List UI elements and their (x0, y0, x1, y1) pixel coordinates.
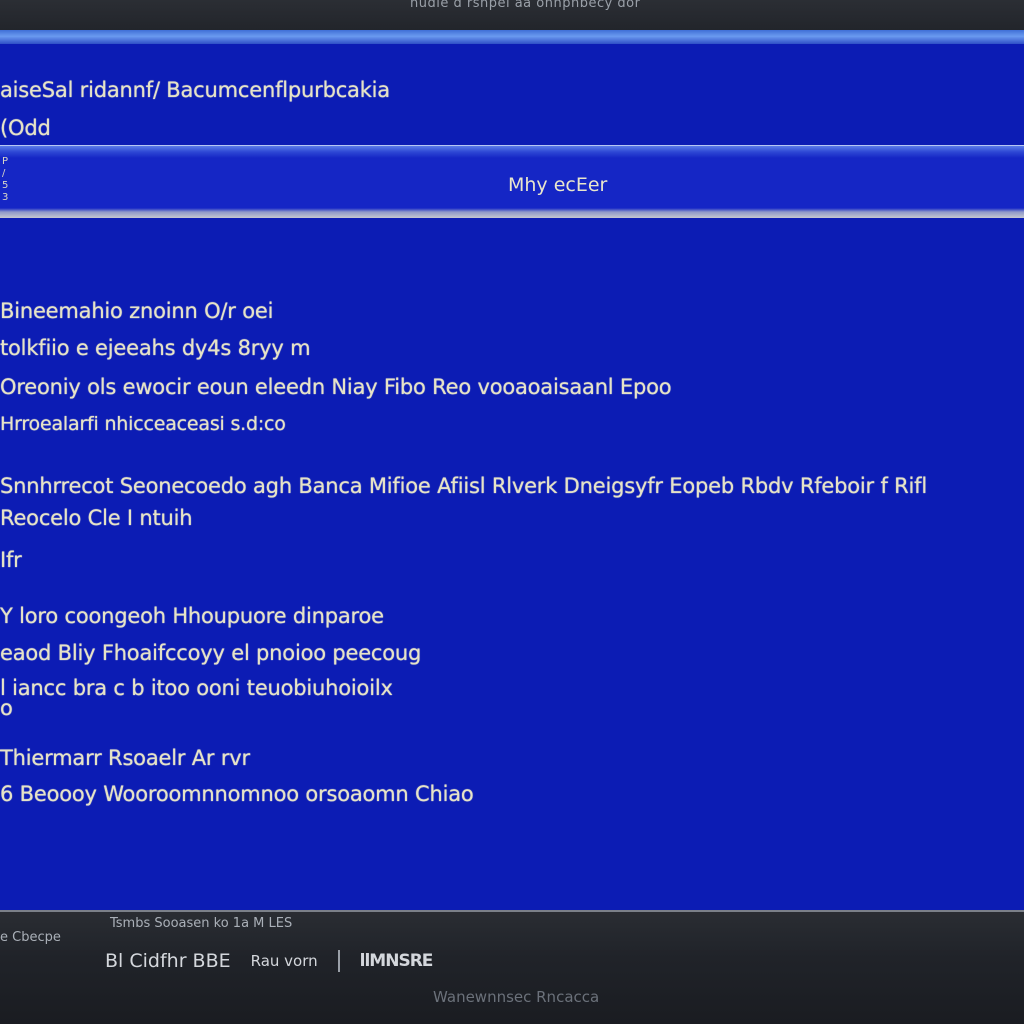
status-divider (337, 950, 340, 972)
status-item-primary[interactable]: Bl Cidfhr BBE (105, 950, 231, 972)
body-line: l iancc bra c b itoo ooni teuobiuhoioilx (0, 676, 393, 700)
header-bar: P / 5 3 Mhy ecEer (0, 145, 1024, 218)
body-line: Bineemahio znoinn O/r oei (0, 299, 274, 323)
header-line-1: aiseSal ridannf/ Bacumcenflpurbcakia (0, 78, 390, 102)
body-line: Snnhrrecot Seonecoedo agh Banca Mifioe A… (0, 474, 927, 498)
body-line: o (0, 696, 13, 720)
body-line: eaod Bliy Fhoaifccoyy el pnoioo peecoug (0, 641, 422, 665)
monitor-screen: hudie d rshpel aa ohnpnbecy dor aiseSal … (0, 0, 1024, 1024)
taskbar: Tsmbs Sooasen ko 1a M LES e Cbecpe Bl Ci… (0, 910, 1024, 1024)
top-bezel-title: hudie d rshpel aa ohnpnbecy dor (410, 0, 641, 11)
status-item-tertiary[interactable]: llMNSRE (360, 951, 434, 971)
taskbar-left-label: e Cbecpe (0, 930, 61, 945)
top-highlight-rule (0, 30, 1024, 44)
body-line: Hrroealarfi nhicceaceasi s.d:co (0, 413, 286, 435)
header-bar-ticks: P / 5 3 (2, 156, 9, 203)
header-bar-title: Mhy ecEer (508, 174, 608, 196)
taskbar-caption: Tsmbs Sooasen ko 1a M LES (110, 916, 293, 931)
body-line: Ifr (0, 548, 22, 572)
top-bezel: hudie d rshpel aa ohnpnbecy dor (0, 0, 1024, 30)
body-line: Y loro coongeoh Hhoupuore dinparoe (0, 604, 384, 628)
header-line-2: (Odd (0, 116, 51, 140)
body-line: Thiermarr Rsoaelr Ar rvr (0, 746, 250, 770)
status-row: Bl Cidfhr BBE Rau vorn llMNSRE (105, 950, 434, 972)
blue-screen: aiseSal ridannf/ Bacumcenflpurbcakia (Od… (0, 44, 1024, 910)
footer-label: Wanewnnsec Rncacca (433, 988, 600, 1006)
body-line: Reocelo Cle I ntuih (0, 506, 193, 530)
status-item-secondary[interactable]: Rau vorn (251, 952, 318, 970)
body-line: 6 Beoooy Wooroomnnomnoo orsoaomn Chiao (0, 782, 474, 806)
body-line: tolkfiio e ejeeahs dy4s 8ryy m (0, 336, 311, 360)
body-line: Oreoniy ols ewocir eoun eleedn Niay Fibo… (0, 375, 672, 399)
